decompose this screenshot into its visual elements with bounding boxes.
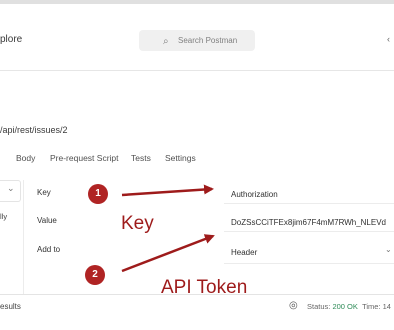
test-results-tab[interactable]: esults [0,302,21,311]
annotation-badge-1: 1 [88,184,108,204]
arrow-to-token [121,234,215,273]
globe-icon[interactable]: ◎ [289,300,298,311]
status-label: Status: [307,302,331,311]
annotation-badge-2: 2 [85,265,105,285]
response-status: Status: 200 OK Time: 14 [307,302,391,311]
status-value: 200 OK [332,302,358,311]
annotation-key-text: Key [121,213,154,234]
arrow-to-key [121,184,214,197]
time-label: Time: 14 [362,302,391,311]
